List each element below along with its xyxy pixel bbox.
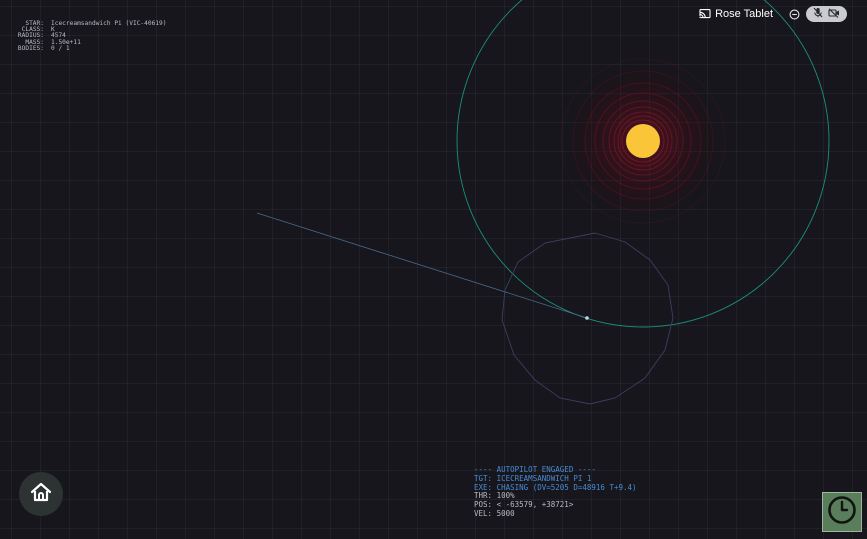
ship-marker[interactable] [585,316,589,320]
clock-button[interactable] [822,492,862,532]
camera-off-icon[interactable] [828,5,840,23]
star-info-panel: STAR: Icecreamsandwich Pi (VIC-40619) CLA… [14,20,167,52]
call-controls-pill [806,6,847,22]
ship-trajectory [256,212,588,319]
top-bar: Rose Tablet [699,6,847,22]
home-icon [30,482,52,506]
star-info-value: 0 / 1 [51,44,70,52]
star-info-value: Icecreamsandwich Pi (VIC-40619) [51,20,167,27]
cast-device-button[interactable]: Rose Tablet [699,8,773,20]
cast-icon [699,9,711,19]
star-body[interactable] [626,124,660,158]
autopilot-velocity: VEL: 5000 [474,508,515,518]
space-map[interactable] [0,0,867,539]
cast-device-name: Rose Tablet [715,8,773,20]
home-button[interactable] [19,472,63,516]
star-info-row: BODIES: 0 / 1 [14,44,166,52]
mic-off-icon[interactable] [813,5,823,23]
autopilot-status-panel: ---- AUTOPILOT ENGAGED ---- TGT: ICECREAM… [474,465,637,519]
clock-icon [827,495,857,529]
star-info-key: BODIES: [17,44,44,52]
minus-circle-icon[interactable] [789,9,800,20]
